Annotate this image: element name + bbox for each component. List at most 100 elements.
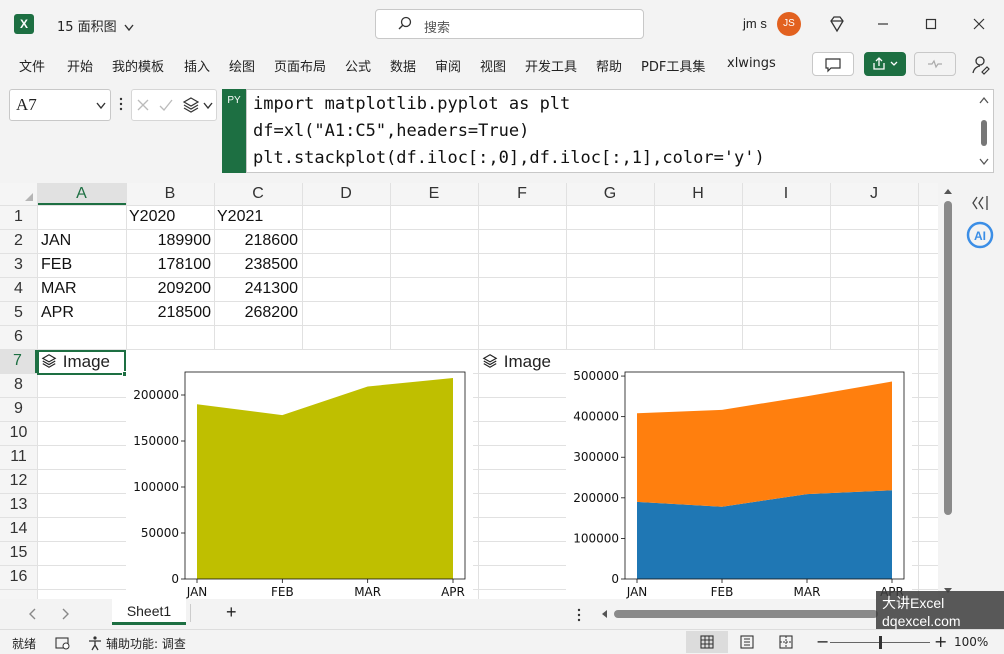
scroll-up-icon[interactable] — [979, 96, 989, 104]
row-header-5[interactable]: 5 — [0, 301, 37, 325]
more-options-icon[interactable] — [576, 608, 582, 622]
cell-mode-icon[interactable] — [55, 636, 71, 650]
cancel-icon[interactable] — [136, 98, 150, 112]
column-header-k[interactable] — [918, 183, 938, 205]
vertical-scrollbar[interactable] — [938, 183, 958, 599]
column-header-b[interactable]: B — [126, 183, 214, 205]
minimize-icon[interactable] — [871, 12, 895, 36]
tab-data[interactable]: 数据 — [390, 56, 416, 75]
row-header-3[interactable]: 3 — [0, 253, 37, 277]
row-header-7[interactable]: 7 — [0, 349, 37, 373]
tab-formulas[interactable]: 公式 — [345, 56, 371, 75]
chevron-down-icon[interactable] — [203, 102, 213, 110]
cell-c1[interactable]: Y2021 — [217, 208, 263, 226]
previous-sheet-icon[interactable] — [28, 608, 38, 620]
document-title[interactable]: 15 面积图 — [57, 16, 134, 35]
tab-my-templates[interactable]: 我的模板 — [112, 56, 164, 75]
worksheet-grid[interactable]: A B C D E F G H I J 1 2 3 4 5 6 7 8 9 10… — [0, 183, 938, 599]
column-header-a[interactable]: A — [37, 183, 126, 205]
premium-diamond-icon[interactable] — [825, 12, 849, 36]
tab-home[interactable]: 开始 — [67, 56, 93, 75]
next-sheet-icon[interactable] — [60, 608, 70, 620]
row-header-6[interactable]: 6 — [0, 325, 37, 349]
column-header-d[interactable]: D — [302, 183, 390, 205]
copilot-person-icon[interactable] — [968, 54, 990, 76]
zoom-in-button[interactable]: + — [934, 632, 947, 651]
column-header-j[interactable]: J — [830, 183, 918, 205]
cell-c5[interactable]: 268200 — [214, 304, 298, 322]
scroll-up-icon[interactable] — [943, 187, 953, 195]
row-header-12[interactable]: 12 — [0, 469, 37, 493]
cell-b1[interactable]: Y2020 — [129, 208, 175, 226]
accessibility-icon[interactable] — [87, 635, 103, 651]
tab-xlwings[interactable]: xlwings — [727, 56, 776, 71]
cell-b5[interactable]: 218500 — [126, 304, 211, 322]
column-header-f[interactable]: F — [478, 183, 566, 205]
tab-pdf-tools[interactable]: PDF工具集 — [641, 56, 705, 75]
zoom-slider-thumb[interactable] — [879, 636, 882, 649]
column-header-e[interactable]: E — [390, 183, 478, 205]
scroll-down-icon[interactable] — [979, 158, 989, 166]
column-header-g[interactable]: G — [566, 183, 654, 205]
scroll-left-icon[interactable] — [600, 609, 608, 619]
activity-button[interactable] — [914, 52, 956, 76]
sheet-tab-sheet1[interactable]: Sheet1 — [112, 599, 186, 625]
row-header-8[interactable]: 8 — [0, 373, 37, 397]
tab-insert[interactable]: 插入 — [184, 56, 210, 75]
cell-b2[interactable]: 189900 — [126, 232, 211, 250]
tab-help[interactable]: 帮助 — [596, 56, 622, 75]
vertical-scroll-thumb[interactable] — [944, 201, 952, 515]
tab-developer[interactable]: 开发工具 — [525, 56, 577, 75]
zoom-out-button[interactable]: − — [816, 632, 829, 651]
cell-a3[interactable]: FEB — [41, 256, 72, 274]
column-header-h[interactable]: H — [654, 183, 742, 205]
ai-assistant-icon[interactable]: AI — [966, 221, 994, 249]
python-output-stack-icon[interactable] — [182, 96, 200, 114]
collapse-pane-icon[interactable] — [971, 195, 991, 211]
page-layout-view-icon[interactable] — [740, 635, 754, 649]
cell-b3[interactable]: 178100 — [126, 256, 211, 274]
cell-c2[interactable]: 218600 — [214, 232, 298, 250]
name-box[interactable]: A7 — [9, 89, 111, 121]
close-icon[interactable] — [967, 12, 991, 36]
horizontal-scroll-thumb[interactable] — [614, 610, 878, 618]
cell-a4[interactable]: MAR — [41, 280, 77, 298]
tab-page-layout[interactable]: 页面布局 — [274, 56, 326, 75]
comments-button[interactable] — [812, 52, 854, 76]
tab-draw[interactable]: 绘图 — [229, 56, 255, 75]
formula-scrollbar[interactable] — [981, 120, 987, 146]
column-header-c[interactable]: C — [214, 183, 302, 205]
cell-c4[interactable]: 241300 — [214, 280, 298, 298]
add-sheet-button[interactable]: + — [226, 602, 237, 623]
cell-c3[interactable]: 238500 — [214, 256, 298, 274]
row-header-1[interactable]: 1 — [0, 205, 37, 229]
avatar[interactable]: JS — [777, 12, 801, 36]
more-options-icon[interactable] — [118, 97, 124, 111]
tab-file[interactable]: 文件 — [19, 56, 45, 75]
area-chart-y2020[interactable]: 0 50000 100000 150000 200000 JAN FEB MAR APR — [126, 350, 473, 599]
cell-a5[interactable]: APR — [41, 304, 74, 322]
confirm-check-icon[interactable] — [158, 98, 174, 112]
share-button[interactable] — [864, 52, 906, 76]
row-header-16[interactable]: 16 — [0, 565, 37, 589]
column-header-i[interactable]: I — [742, 183, 830, 205]
tab-view[interactable]: 视图 — [480, 56, 506, 75]
row-header-17[interactable] — [0, 589, 37, 599]
row-header-9[interactable]: 9 — [0, 397, 37, 421]
tab-review[interactable]: 审阅 — [435, 56, 461, 75]
maximize-icon[interactable] — [919, 12, 943, 36]
row-header-11[interactable]: 11 — [0, 445, 37, 469]
formula-input[interactable]: import matplotlib.pyplot as plt df=xl("A… — [246, 89, 994, 173]
row-header-15[interactable]: 15 — [0, 541, 37, 565]
row-header-14[interactable]: 14 — [0, 517, 37, 541]
cell-b4[interactable]: 209200 — [126, 280, 211, 298]
normal-view-button[interactable] — [686, 631, 728, 653]
row-header-2[interactable]: 2 — [0, 229, 37, 253]
cell-a2[interactable]: JAN — [41, 232, 71, 250]
cell-f7-image[interactable]: Image — [481, 352, 551, 372]
status-accessibility[interactable]: 辅助功能: 调查 — [106, 635, 186, 652]
search-input[interactable]: 搜索 — [375, 9, 644, 39]
page-break-view-icon[interactable] — [779, 635, 793, 649]
stacked-area-chart[interactable]: 0 100000 200000 300000 400000 500000 JAN FEB MAR… — [566, 350, 912, 599]
row-header-10[interactable]: 10 — [0, 421, 37, 445]
